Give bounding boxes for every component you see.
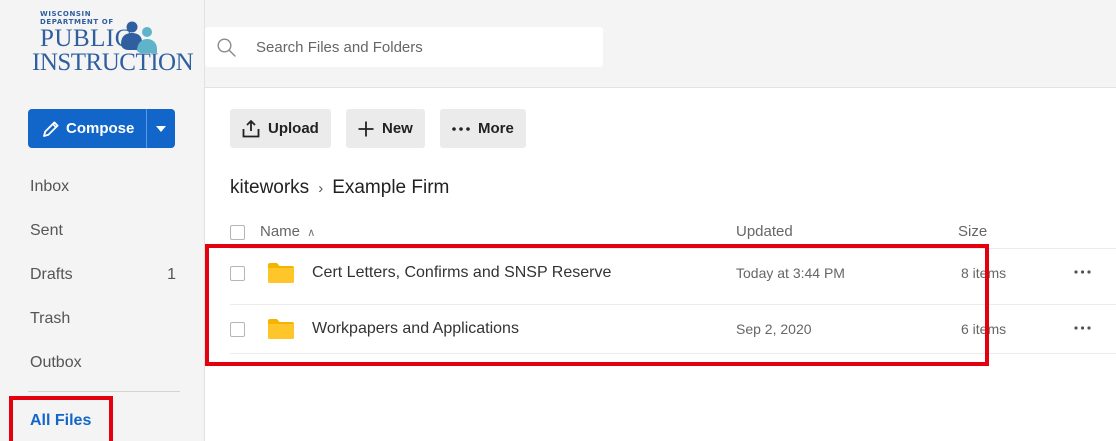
sort-ascending-icon: ∧ (307, 227, 316, 239)
ellipsis-icon (1073, 326, 1091, 330)
new-label: New (382, 120, 413, 137)
new-button[interactable]: New (346, 109, 425, 148)
column-updated-label: Updated (736, 223, 793, 240)
column-header-updated[interactable]: Updated (736, 223, 793, 240)
folder-size: 6 items (961, 321, 1007, 337)
ellipsis-icon (1073, 270, 1091, 274)
nav-item-label: Outbox (30, 354, 82, 371)
nav-item-label: Drafts (30, 266, 73, 283)
row-actions-button[interactable] (1070, 318, 1094, 338)
search-input[interactable] (256, 38, 576, 56)
breadcrumb: kiteworks › Example Firm (230, 177, 449, 199)
table-row[interactable]: Cert Letters, Confirms and SNSP Reserve … (230, 248, 1116, 298)
column-header-size[interactable]: Size (958, 223, 987, 240)
upload-label: Upload (268, 120, 319, 137)
dpi-logo[interactable]: WISCONSIN DEPARTMENT OF PUBLIC INSTRUCTI… (14, 6, 194, 80)
compose-dropdown-toggle[interactable] (147, 109, 175, 148)
chevron-right-icon: › (318, 179, 324, 197)
search-box (205, 27, 603, 67)
nav-item-label: Inbox (30, 178, 70, 195)
table-row[interactable]: Workpapers and Applications Sep 2, 2020 … (230, 304, 1116, 354)
nav-item-label: Trash (30, 310, 71, 327)
row-checkbox[interactable] (230, 266, 245, 281)
folder-name[interactable]: Cert Letters, Confirms and SNSP Reserve (312, 264, 611, 282)
sidebar: WISCONSIN DEPARTMENT OF PUBLIC INSTRUCTI… (0, 0, 205, 441)
nav-item-label: All Files (30, 412, 92, 429)
breadcrumb-current: Example Firm (332, 177, 450, 198)
select-all-checkbox[interactable] (230, 225, 245, 240)
nav-item-sent[interactable]: Sent (30, 222, 190, 240)
ellipsis-icon (452, 126, 470, 131)
folder-size: 8 items (961, 265, 1007, 281)
nav-item-all-files[interactable]: All Files (30, 412, 190, 430)
caret-down-icon (156, 125, 166, 132)
more-button[interactable]: More (440, 109, 526, 148)
logo-instruction: INSTRUCTION (32, 49, 194, 76)
people-logo-icon (121, 21, 157, 53)
app-window: WISCONSIN DEPARTMENT OF PUBLIC INSTRUCTI… (0, 0, 1116, 441)
top-bar (205, 0, 1116, 88)
drafts-count-badge: 1 (167, 266, 176, 283)
row-checkbox[interactable] (230, 322, 245, 337)
folder-icon (268, 263, 294, 283)
column-name-label: Name (260, 223, 301, 240)
file-browser: Upload New More kiteworks › Example Firm (205, 88, 1116, 441)
nav-divider (28, 391, 180, 392)
nav-item-trash[interactable]: Trash (30, 310, 190, 328)
folder-name[interactable]: Workpapers and Applications (312, 320, 519, 338)
more-label: More (478, 120, 514, 137)
nav-item-inbox[interactable]: Inbox (30, 178, 190, 196)
row-actions-button[interactable] (1070, 262, 1094, 282)
table-header: Name ∧ Updated Size (230, 217, 1116, 247)
folder-icon (268, 319, 294, 339)
nav-item-outbox[interactable]: Outbox (30, 354, 190, 372)
pencil-icon (43, 121, 59, 137)
upload-button[interactable]: Upload (230, 109, 331, 148)
logo-tagline: WISCONSIN DEPARTMENT OF (40, 10, 114, 26)
logo-state: WISCONSIN (40, 10, 92, 18)
compose-button-group: Compose (28, 109, 175, 148)
column-header-name[interactable]: Name ∧ (260, 223, 315, 240)
nav-item-label: Sent (30, 222, 63, 239)
nav-item-drafts[interactable]: Drafts 1 (30, 266, 190, 284)
updated-date: Today at 3:44 PM (736, 265, 845, 281)
compose-label: Compose (66, 120, 135, 137)
updated-date: Sep 2, 2020 (736, 321, 812, 337)
search-icon (217, 37, 236, 57)
upload-icon (242, 119, 260, 137)
column-size-label: Size (958, 223, 988, 240)
compose-button[interactable]: Compose (28, 109, 146, 148)
plus-icon (358, 121, 374, 136)
breadcrumb-root[interactable]: kiteworks (230, 177, 309, 199)
